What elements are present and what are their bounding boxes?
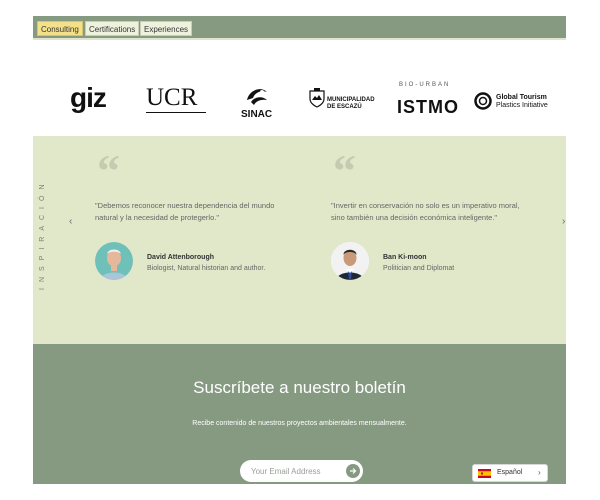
biourban-label: BIO-URBAN [399,82,451,88]
author-name: David Attenborough [147,254,215,261]
global-tourism-logo: Global Tourism Plastics Initiative [496,94,548,110]
arrow-right-icon [350,468,357,474]
escazu-logo: MUNICIPALIDAD DE ESCAZÚ [327,97,375,111]
email-form [240,460,363,482]
escazu-logo-line1: MUNICIPALIDAD [327,97,375,103]
spain-flag-icon [478,469,491,478]
avatar [331,242,369,280]
escazu-shield-icon [309,88,325,108]
testimonials-section: INSPIRACIÓN ‹ › “ "Debemos reconocer nue… [33,136,566,344]
submit-arrow-button[interactable] [346,464,360,478]
istmo-logo: ISTMO [397,97,459,117]
carousel-next-arrow-icon[interactable]: › [562,216,565,227]
ucr-logo-underline [146,112,206,113]
carousel-prev-arrow-icon[interactable]: ‹ [69,216,72,227]
global-tourism-line2: Plastics Initiative [496,102,548,109]
author-name: Ban Ki-moon [383,254,427,261]
newsletter-subtitle: Recibe contenido de nuestros proyectos a… [192,420,407,427]
giz-logo: giz [70,82,107,113]
tab-consulting[interactable]: Consulting [37,21,83,36]
tab-certifications[interactable]: Certifications [85,21,140,36]
quote-text: "Debemos reconocer nuestra dependencia d… [95,201,275,222]
attenborough-portrait [95,242,133,280]
quote-mark-icon: “ [333,145,356,196]
inspiration-vertical-label: INSPIRACIÓN [39,178,46,290]
newsletter-section: Suscríbete a nuestro boletín Recibe cont… [33,344,566,484]
email-input[interactable] [240,460,340,482]
chevron-right-icon: › [538,468,541,477]
global-tourism-line1: Global Tourism [496,94,547,101]
sinac-logo: SINAC [241,109,273,120]
page-frame: Consulting Certifications Experiences gi… [33,16,566,484]
newsletter-title: Suscríbete a nuestro boletín [193,378,406,397]
author-role: Biologist, Natural historian and author. [147,265,266,272]
quote-mark-icon: “ [97,145,120,196]
author-role: Politician and Diplomat [383,265,455,272]
tab-bar: Consulting Certifications Experiences [33,16,566,38]
avatar [95,242,133,280]
language-switcher[interactable]: Español › [472,464,548,482]
language-label: Español [497,469,523,476]
sinac-emblem-icon [247,89,267,105]
global-tourism-ring-icon [474,92,492,110]
ucr-logo: UCR [146,84,198,111]
quote-text: "Invertir en conservación no solo es un … [331,201,520,222]
escazu-logo-line2: DE ESCAZÚ [327,104,362,110]
ban-ki-moon-portrait [331,242,369,280]
tab-experiences[interactable]: Experiences [140,21,193,36]
